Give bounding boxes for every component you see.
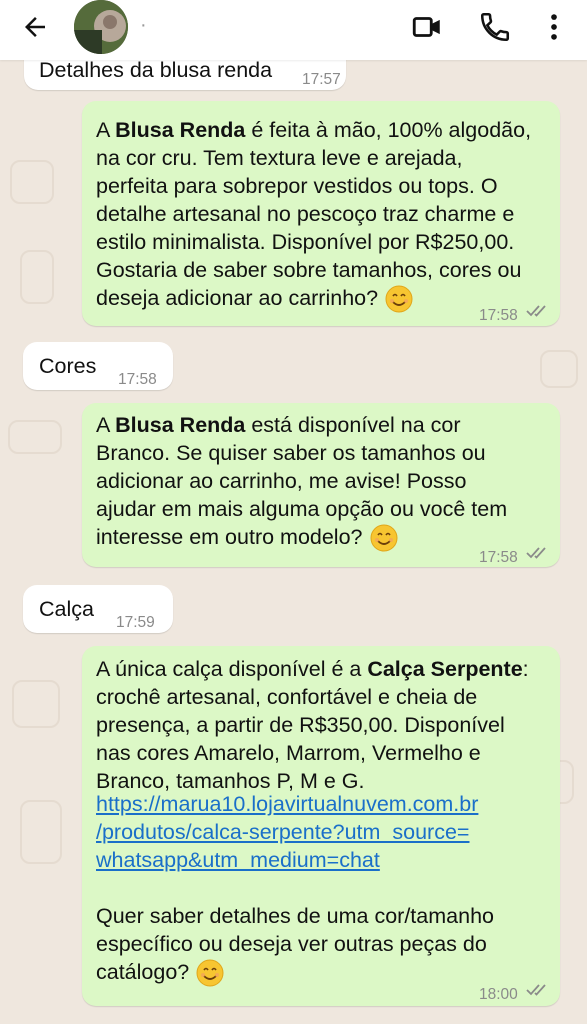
arrow-left-icon[interactable]	[20, 12, 50, 42]
more-vertical-icon[interactable]	[537, 10, 571, 44]
double-check-icon	[526, 547, 546, 559]
message-text: Cores	[39, 354, 97, 378]
message-time: 18:00	[479, 986, 518, 1003]
double-check-icon	[526, 305, 546, 317]
smiling-face-emoji	[370, 524, 397, 552]
message-time: 17:58	[479, 307, 518, 324]
message-text: A única calça disponível é a Calça Serpe…	[96, 657, 529, 793]
product-name: Calça Serpente	[367, 657, 523, 681]
phone-icon[interactable]	[478, 10, 512, 44]
message-time: 17:57	[302, 71, 341, 88]
message-text: Calça	[39, 597, 94, 621]
outgoing-message[interactable]: A Blusa Renda é feita à mão, 100% algodã…	[82, 101, 560, 326]
product-name: Blusa Renda	[115, 413, 246, 437]
message-time: 17:58	[479, 549, 518, 566]
message-time: 17:59	[116, 614, 155, 631]
message-text: Quer saber detalhes de uma cor/tamanho e…	[96, 902, 556, 988]
incoming-message[interactable]: Cores 17:58	[23, 342, 173, 390]
message-text: A Blusa Renda é feita à mão, 100% algodã…	[96, 116, 556, 314]
product-name: Blusa Renda	[115, 118, 246, 142]
smiling-face-emoji	[385, 285, 413, 313]
message-time: 17:58	[118, 371, 157, 388]
message-text: A Blusa Renda está disponível na cor Bra…	[96, 411, 556, 553]
outgoing-message[interactable]: A única calça disponível é a Calça Serpe…	[82, 646, 560, 1006]
avatar[interactable]	[74, 0, 128, 54]
message-text: Detalhes da blusa renda	[39, 58, 273, 82]
outgoing-message[interactable]: A Blusa Renda está disponível na cor Bra…	[82, 403, 560, 567]
contact-name[interactable]: ·	[140, 14, 147, 37]
smiling-face-emoji	[196, 959, 224, 987]
product-link[interactable]: https://marua10.lojavirtualnuvem.com.br …	[96, 790, 556, 874]
incoming-message[interactable]: Calça 17:59	[23, 585, 173, 633]
video-camera-icon[interactable]	[410, 10, 444, 44]
double-check-icon	[526, 984, 546, 996]
chat-header: ·	[0, 0, 587, 60]
